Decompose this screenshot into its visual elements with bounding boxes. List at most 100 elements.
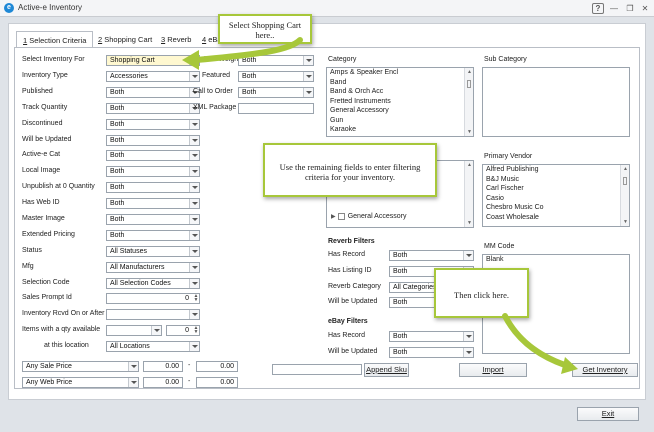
field-label: Published <box>22 87 53 95</box>
web-price-dash: - <box>188 378 191 385</box>
tab-shopping-cart[interactable]: 2 Shopping Cart <box>92 31 158 48</box>
chevron-down-icon <box>189 342 199 351</box>
sales-prompt-input[interactable]: 0 ▲ ▼ <box>106 293 200 304</box>
sale-price-from[interactable]: 0.00 <box>143 361 183 372</box>
chevron-down-icon <box>189 151 199 161</box>
sale-price-dash: - <box>188 362 191 369</box>
xml-package-input[interactable] <box>238 103 314 114</box>
field-label: Will be Updated <box>22 135 72 143</box>
field-select[interactable]: Both <box>106 182 200 194</box>
reverb-filter-select[interactable]: Both <box>389 250 474 261</box>
field-select[interactable]: Both <box>106 118 200 130</box>
field-select[interactable]: Both <box>106 86 200 98</box>
field-label: Select Inventory For <box>22 56 85 63</box>
chevron-down-icon <box>189 199 199 209</box>
field-select[interactable]: All Manufacturers <box>106 261 200 273</box>
field-label: Status <box>22 246 42 254</box>
tab-reverb[interactable]: 3 Reverb <box>155 31 197 48</box>
chevron-down-icon <box>128 378 138 387</box>
vendor-item[interactable]: Coast Wholesale <box>483 213 629 223</box>
web-price-to[interactable]: 0.00 <box>196 377 238 388</box>
app-logo-icon: e <box>4 3 14 13</box>
has-weight-select[interactable]: Both <box>238 55 314 66</box>
chevron-down-icon <box>189 183 199 193</box>
field-label: Selection Code <box>22 278 70 286</box>
qty-operator-select[interactable] <box>106 325 162 336</box>
chevron-down-icon <box>189 262 199 272</box>
field-select[interactable]: Both <box>106 229 200 241</box>
close-icon[interactable]: ✕ <box>639 3 651 14</box>
field-label: Discontinued <box>22 119 63 127</box>
chevron-down-icon <box>463 347 473 357</box>
category-item[interactable]: Band <box>327 78 473 88</box>
field-select[interactable]: All Statuses <box>106 245 200 257</box>
reverb-filters-header: Reverb Filters <box>328 238 375 245</box>
checkbox-icon <box>337 212 345 220</box>
scroll-up-icon: ▲ <box>623 166 628 172</box>
vendor-list[interactable]: Alfred Publishing B&J Music Carl Fischer Ca… <box>482 164 630 227</box>
chevron-down-icon <box>128 362 138 371</box>
reverb-filter-label: Has Listing ID <box>328 266 372 274</box>
callout-remaining-fields: Use the remaining fields to enter filter… <box>263 143 437 197</box>
restore-icon[interactable]: ❐ <box>624 3 636 14</box>
field-select[interactable]: Accessories <box>106 70 200 82</box>
vendor-item[interactable]: Casio <box>483 194 629 204</box>
get-inventory-button[interactable]: Get Inventory <box>572 363 638 377</box>
ebay-filter-select[interactable]: Both <box>389 331 474 342</box>
qty-input[interactable]: 0 ▲ ▼ <box>166 325 200 336</box>
scroll-down-icon: ▼ <box>467 129 472 135</box>
chevron-down-icon <box>463 332 473 341</box>
field-select[interactable]: All Selection Codes <box>106 277 200 289</box>
inventory-rcvd-date[interactable] <box>106 309 200 320</box>
field-select[interactable]: Shopping Cart <box>106 55 200 66</box>
field-select[interactable]: Both <box>106 214 200 225</box>
tree-node[interactable]: ▶ General Accessory <box>331 211 406 220</box>
help-icon[interactable]: ? <box>592 3 604 14</box>
tab-selection-criteria[interactable]: 1 Selection Criteria <box>16 31 94 48</box>
vendor-item[interactable]: B&J Music <box>483 175 629 185</box>
call-to-order-select[interactable]: Both <box>238 87 314 98</box>
field-label: Master Image <box>22 215 65 222</box>
field-label: Extended Pricing <box>22 230 75 238</box>
category-item[interactable]: General Accessory <box>327 106 473 116</box>
reverb-filter-label: Will be Updated <box>328 298 378 306</box>
field-label: Active-e Cat <box>22 151 61 159</box>
field-label: Mfg <box>22 262 34 270</box>
minimize-icon[interactable]: — <box>608 3 620 14</box>
vendor-item[interactable]: Alfred Publishing <box>483 165 629 175</box>
chevron-down-icon <box>303 88 313 97</box>
category-item[interactable]: Fretted Instruments <box>327 97 473 107</box>
field-select[interactable]: Both <box>106 198 200 210</box>
location-select[interactable]: All Locations <box>106 341 200 352</box>
mmcode-item[interactable]: Blank <box>483 255 629 265</box>
chevron-down-icon <box>303 56 313 65</box>
subcategory-list[interactable] <box>482 67 630 137</box>
category-item[interactable]: Band & Orch Acc <box>327 87 473 97</box>
field-select[interactable]: Both <box>106 150 200 162</box>
vendor-item[interactable]: Carl Fischer <box>483 184 629 194</box>
web-price-select[interactable]: Any Web Price <box>22 377 139 388</box>
category-scrollbar: ▲ ▼ <box>464 68 473 136</box>
field-select[interactable]: Both <box>106 134 200 146</box>
callout-then-click: Then click here. <box>434 268 529 318</box>
ebay-filter-label: Will be Updated <box>328 347 378 355</box>
vendor-item[interactable]: Chesbro Music Co <box>483 203 629 213</box>
append-sku-input[interactable] <box>272 364 362 375</box>
exit-button[interactable]: Exit <box>577 407 639 421</box>
field-select[interactable]: Both <box>106 166 200 178</box>
featured-select[interactable]: Both <box>238 71 314 82</box>
category-item[interactable]: Karaoke <box>327 125 473 135</box>
append-sku-button[interactable]: Append Sku <box>364 363 409 377</box>
category-item[interactable]: Amps & Speaker Encl <box>327 68 473 78</box>
category-item[interactable]: Gun <box>327 116 473 126</box>
field-select[interactable]: Both <box>106 102 200 114</box>
xml-package-label: XML Package <box>193 104 237 111</box>
ebay-filter-select[interactable]: Both <box>389 346 474 358</box>
scroll-up-icon: ▲ <box>467 69 472 75</box>
import-button[interactable]: Import <box>459 363 527 377</box>
web-price-from[interactable]: 0.00 <box>143 377 183 388</box>
sale-price-select[interactable]: Any Sale Price <box>22 361 139 372</box>
category-list[interactable]: Amps & Speaker Encl Band Band & Orch Acc Fr… <box>326 67 474 137</box>
field-label: Unpublish at 0 Quantity <box>22 183 95 191</box>
sale-price-to[interactable]: 0.00 <box>196 361 238 372</box>
